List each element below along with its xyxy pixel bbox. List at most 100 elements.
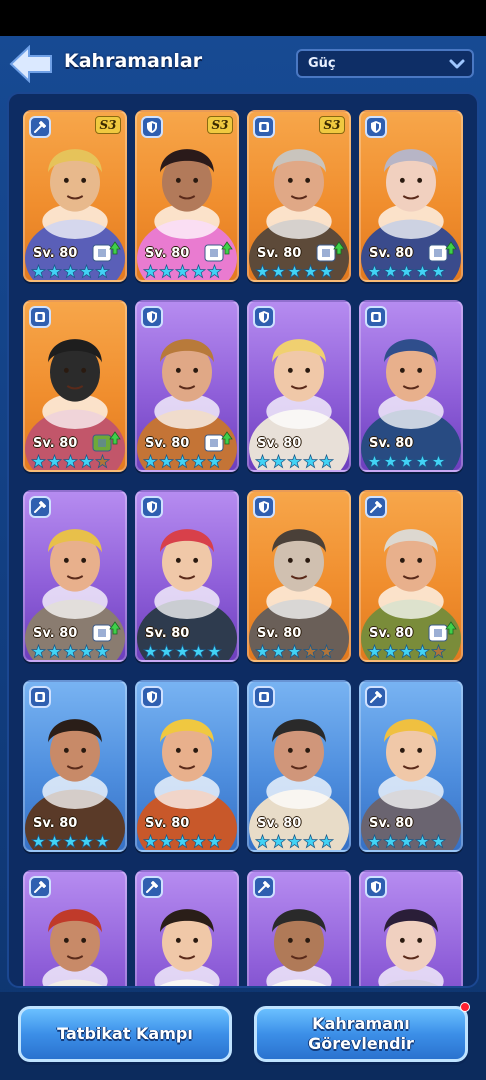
hero-card[interactable]: Sv. 80 [359, 110, 463, 282]
shield-class-icon [141, 496, 163, 518]
star-icon [206, 833, 223, 850]
star-icon [398, 263, 415, 280]
hero-card[interactable]: Sv. 80 [135, 490, 239, 662]
star-icon [30, 263, 47, 280]
star-rating [366, 643, 447, 660]
star-icon [94, 263, 111, 280]
star-icon [174, 643, 191, 660]
star-icon [366, 643, 383, 660]
defense-class-icon [29, 306, 51, 328]
star-rating [142, 643, 223, 660]
hero-card[interactable]: Sv. 80 [23, 680, 127, 852]
hero-card[interactable]: S3 Sv. 80 [23, 110, 127, 282]
sword-class-icon [29, 116, 51, 138]
star-icon [254, 263, 271, 280]
star-rating [142, 453, 223, 470]
star-icon [158, 263, 175, 280]
season-badge: S3 [319, 116, 345, 134]
star-icon [318, 643, 335, 660]
sword-class-icon [253, 876, 275, 898]
star-icon [78, 643, 95, 660]
hero-card[interactable]: Sv. 80 [135, 680, 239, 852]
shield-class-icon [253, 496, 275, 518]
star-icon [30, 833, 47, 850]
hero-card[interactable]: Sv. 80 [247, 490, 351, 662]
star-icon [62, 263, 79, 280]
hero-card[interactable]: Sv. 80 [135, 300, 239, 472]
star-icon [286, 263, 303, 280]
hero-card[interactable]: Sv. 80 [23, 300, 127, 472]
star-icon [430, 453, 447, 470]
hero-card[interactable]: Sv. 80 [247, 300, 351, 472]
training-camp-button[interactable]: Tatbikat Kampı [18, 1006, 232, 1062]
gear-upgrade-icon[interactable] [427, 620, 457, 642]
header: Kahramanlar Güç [0, 36, 486, 92]
hero-card[interactable] [135, 870, 239, 986]
star-icon [254, 833, 271, 850]
sword-class-icon [29, 496, 51, 518]
star-icon [62, 453, 79, 470]
hero-card[interactable] [247, 870, 351, 986]
gear-upgrade-icon[interactable] [91, 240, 121, 262]
star-icon [254, 643, 271, 660]
gear-upgrade-icon[interactable] [203, 430, 233, 452]
star-icon [286, 643, 303, 660]
sword-class-icon [29, 876, 51, 898]
hero-card[interactable]: S3 Sv. 80 [135, 110, 239, 282]
star-icon [398, 643, 415, 660]
gear-upgrade-icon[interactable] [427, 240, 457, 262]
star-rating [142, 833, 223, 850]
hero-card[interactable]: Sv. 80 [359, 300, 463, 472]
hero-card[interactable] [359, 870, 463, 986]
season-badge: S3 [207, 116, 233, 134]
star-icon [414, 833, 431, 850]
hero-card[interactable]: Sv. 80 [359, 680, 463, 852]
hero-level: Sv. 80 [145, 246, 190, 261]
notification-dot [460, 1002, 470, 1012]
star-icon [62, 643, 79, 660]
chevron-down-icon [449, 59, 465, 69]
back-button[interactable] [8, 44, 54, 84]
hero-card[interactable] [23, 870, 127, 986]
hero-level: Sv. 80 [257, 816, 302, 831]
gear-upgrade-icon[interactable] [91, 620, 121, 642]
gear-upgrade-icon[interactable] [315, 240, 345, 262]
star-icon [382, 643, 399, 660]
star-icon [302, 643, 319, 660]
assign-hero-label-line2: Görevlendir [308, 1034, 414, 1053]
back-arrow-icon [9, 45, 52, 83]
hero-level: Sv. 80 [33, 816, 78, 831]
hero-level: Sv. 80 [145, 816, 190, 831]
gear-upgrade-icon[interactable] [203, 240, 233, 262]
star-icon [190, 453, 207, 470]
hero-card[interactable]: Sv. 80 [247, 680, 351, 852]
star-icon [94, 643, 111, 660]
star-icon [46, 833, 63, 850]
star-icon [318, 263, 335, 280]
star-icon [78, 453, 95, 470]
shield-class-icon [365, 876, 387, 898]
star-icon [382, 263, 399, 280]
hero-level: Sv. 80 [33, 626, 78, 641]
hero-list-panel[interactable]: S3 Sv. 80 S3 Sv. 80 S3 Sv. 80 Sv. 80 Sv. 80 Sv. … [7, 92, 479, 988]
star-rating [30, 453, 111, 470]
star-icon [414, 643, 431, 660]
sort-dropdown[interactable]: Güç [296, 49, 474, 78]
star-icon [270, 643, 287, 660]
star-icon [46, 453, 63, 470]
star-icon [270, 453, 287, 470]
star-icon [430, 263, 447, 280]
star-rating [30, 643, 111, 660]
star-icon [302, 263, 319, 280]
sort-value: Güç [308, 56, 336, 71]
star-icon [286, 833, 303, 850]
assign-hero-button[interactable]: Kahramanı Görevlendir [254, 1006, 468, 1062]
hero-card[interactable]: Sv. 80 [23, 490, 127, 662]
hero-card[interactable]: Sv. 80 [359, 490, 463, 662]
page-title: Kahramanlar [64, 50, 203, 72]
gear-upgrade-icon[interactable] [91, 430, 121, 452]
hero-card[interactable]: S3 Sv. 80 [247, 110, 351, 282]
hero-level: Sv. 80 [257, 626, 302, 641]
status-bar [0, 0, 486, 36]
hero-level: Sv. 80 [257, 246, 302, 261]
